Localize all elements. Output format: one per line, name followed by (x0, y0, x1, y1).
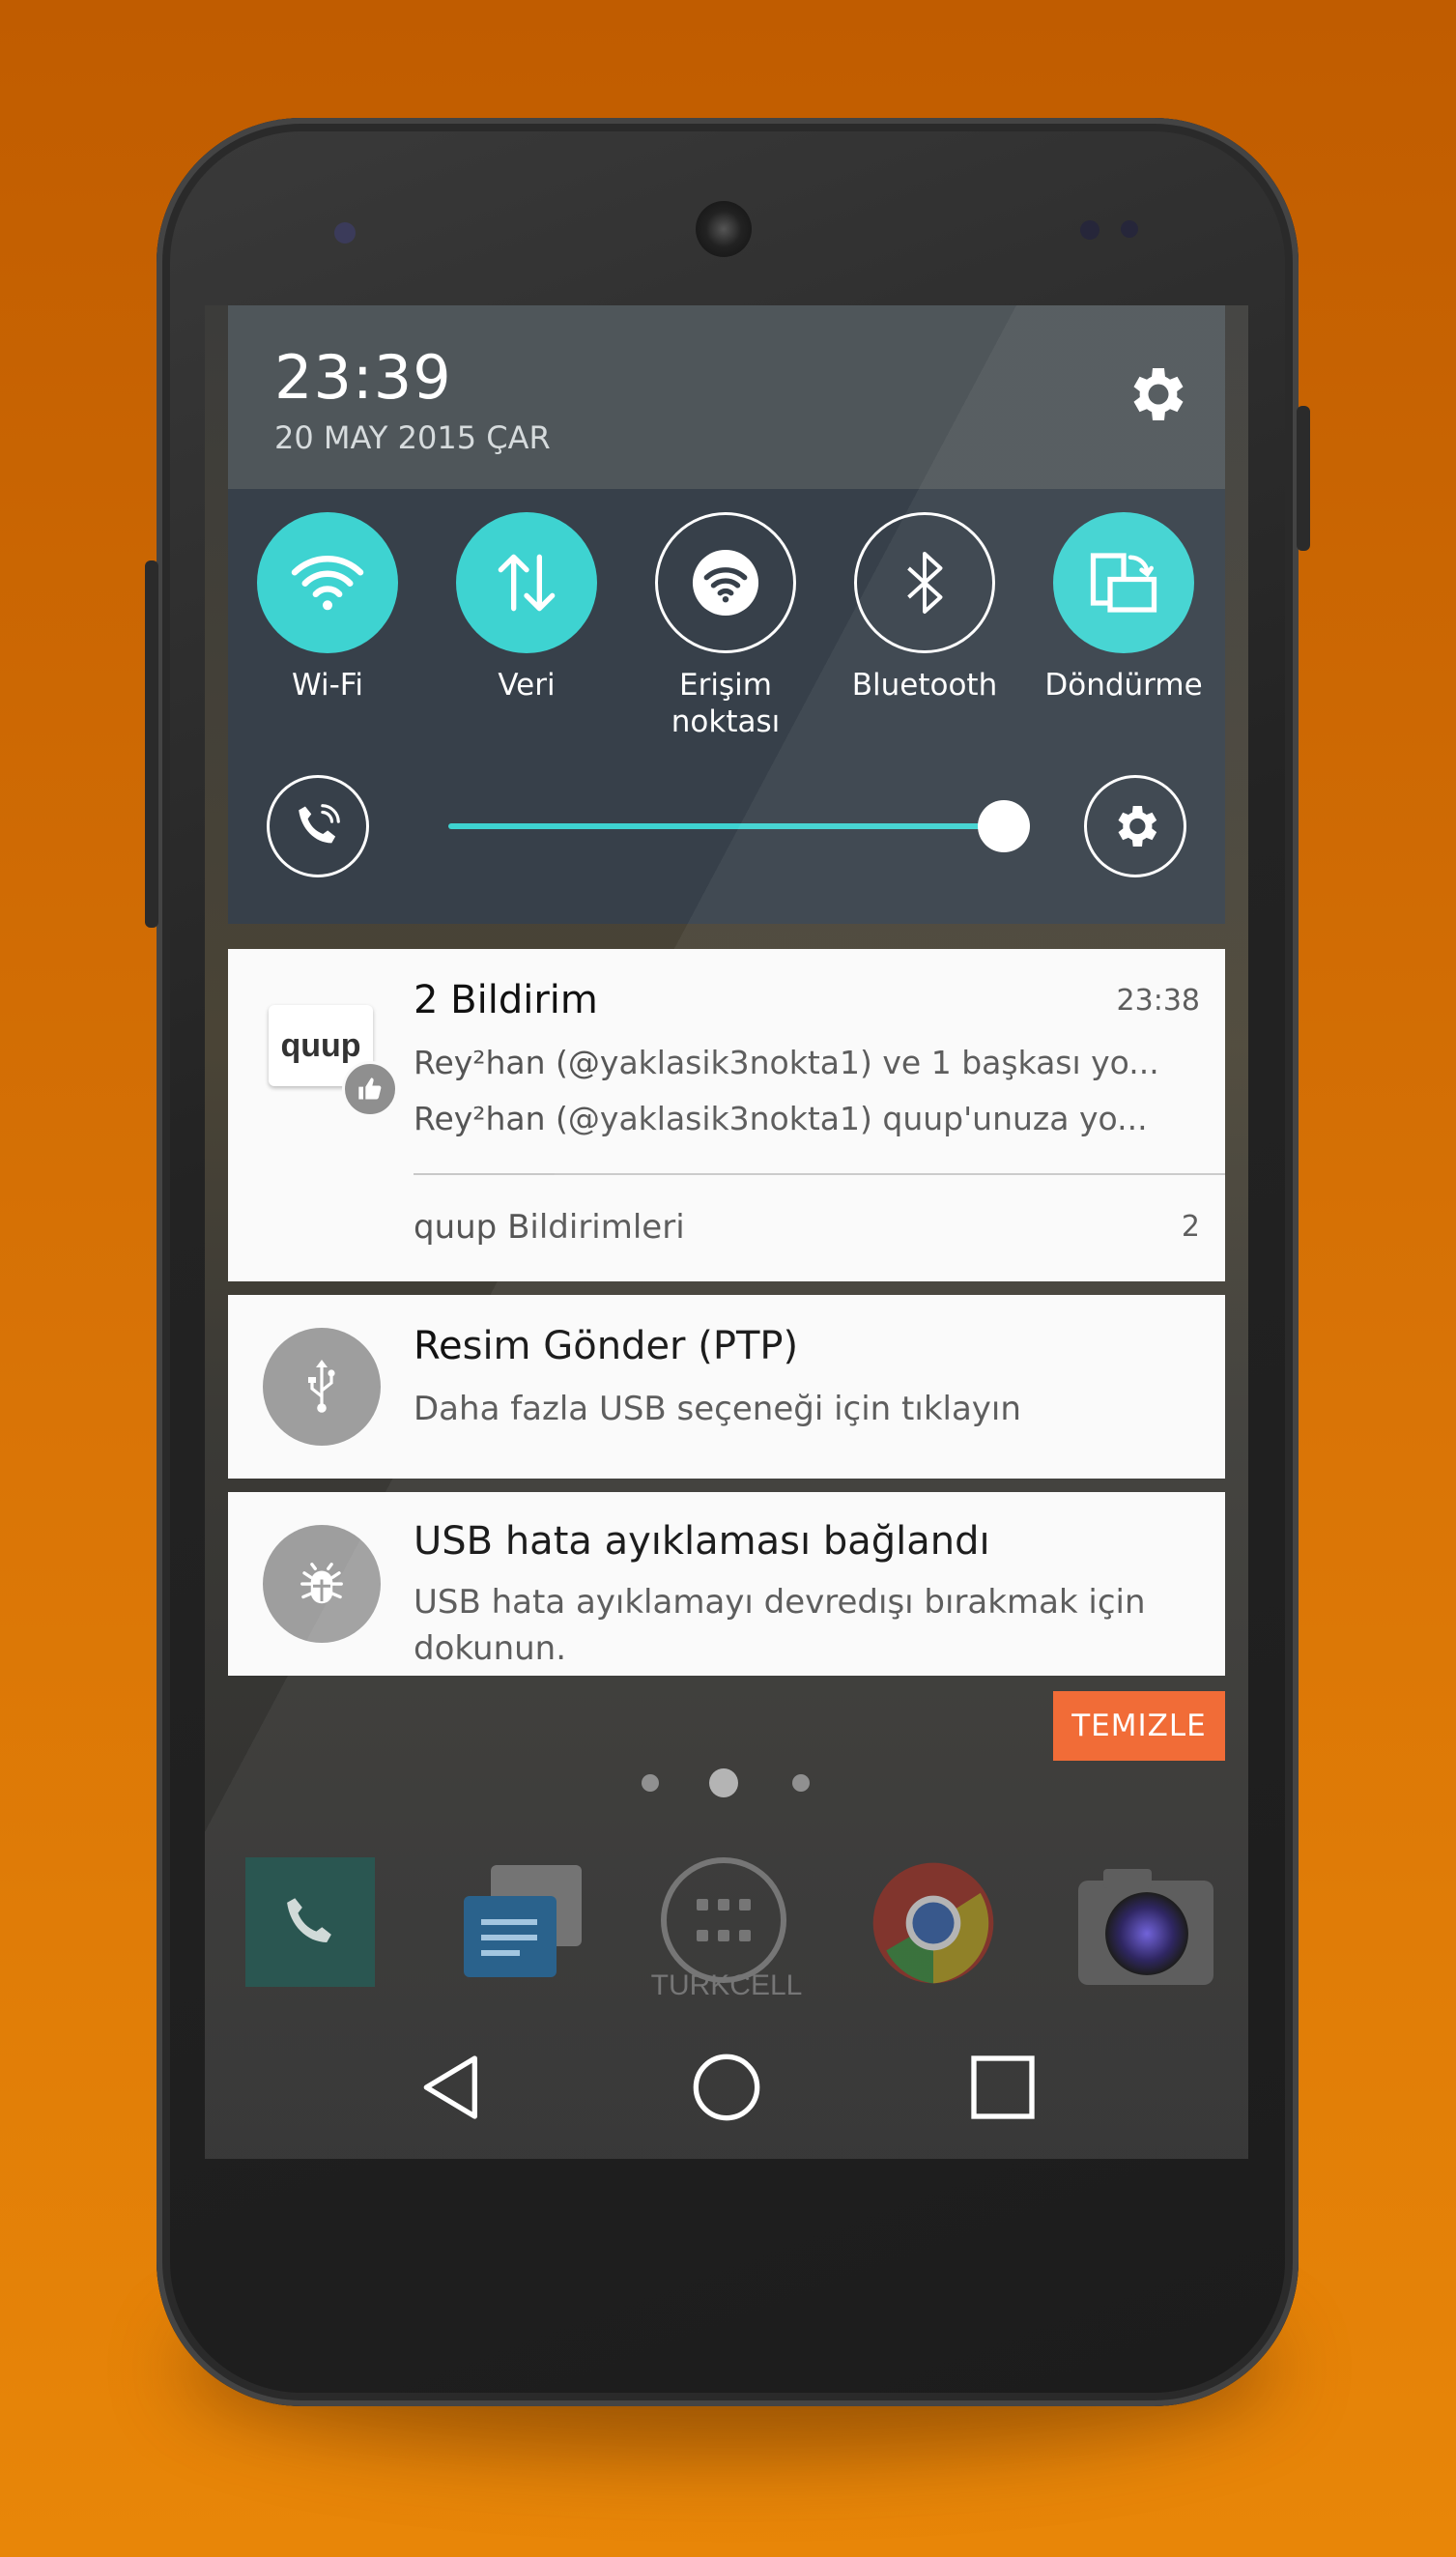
tile-label: Döndürme (1044, 668, 1203, 703)
carrier-label: TURKCELL (650, 1969, 803, 2001)
phone-icon[interactable] (245, 1857, 375, 1987)
back-button[interactable] (414, 2049, 491, 2126)
rotation-icon (1090, 553, 1157, 613)
quick-settings-panel: Wi-Fi Veri Erişim noktası Bluetooth Dönd… (228, 489, 1225, 924)
bug-icon (300, 1563, 343, 1604)
tile-rotation-circle[interactable] (1053, 512, 1194, 653)
notification-text: USB hata ayıklamayı devredışı bırakmak i… (414, 1583, 1146, 1622)
page-indicator-active (709, 1768, 738, 1797)
messaging-icon[interactable] (450, 1857, 582, 1989)
tile-hotspot[interactable]: Erişim noktası (655, 512, 796, 740)
display-settings-button[interactable] (1084, 775, 1186, 877)
tile-label: Veri (498, 668, 556, 703)
shade-header: 23:39 20 MAY 2015 ÇAR (228, 305, 1225, 489)
notification-count: 2 (1181, 1210, 1200, 1244)
phone-screen: 23:39 20 MAY 2015 ÇAR Wi-Fi Veri Erişim … (205, 305, 1248, 2159)
home-button[interactable] (688, 2049, 765, 2126)
notification-line: Rey²han (@yaklasik3nokta1) quup'unuza yo… (414, 1100, 1148, 1137)
tile-label: Erişim noktası (671, 668, 781, 739)
usb-icon-circle (263, 1328, 381, 1446)
tile-label: Bluetooth (851, 668, 998, 703)
quup-logo-text: quup (280, 1026, 361, 1064)
settings-gear-icon[interactable] (1121, 359, 1190, 429)
recents-button[interactable] (964, 2049, 1042, 2126)
page-indicator (642, 1774, 659, 1792)
tile-rotation[interactable]: Döndürme (1044, 512, 1203, 704)
tile-wifi-circle[interactable] (257, 512, 398, 653)
notification-title: 2 Bildirim (414, 978, 598, 1022)
chrome-icon[interactable] (868, 1857, 999, 1989)
sensor (1080, 220, 1099, 240)
date: 20 MAY 2015 ÇAR (274, 419, 551, 456)
clock: 23:39 (274, 342, 452, 413)
tile-data[interactable]: Veri (456, 512, 597, 704)
notification-time: 23:38 (1116, 984, 1200, 1018)
notification-line: Rey²han (@yaklasik3nokta1) ve 1 başkası … (414, 1044, 1159, 1081)
bug-icon-circle (263, 1525, 381, 1643)
divider (414, 1173, 1225, 1175)
brightness-slider-thumb[interactable] (978, 800, 1030, 852)
hotspot-icon (692, 549, 759, 617)
notification-text: Daha fazla USB seçeneği için tıklayın (414, 1390, 1021, 1428)
tile-bluetooth-circle[interactable] (854, 512, 995, 653)
tile-wifi[interactable]: Wi-Fi (257, 512, 398, 704)
camera-icon[interactable] (1074, 1857, 1213, 1989)
front-camera (334, 222, 356, 244)
tile-label: Wi-Fi (292, 668, 363, 703)
power-button (1297, 406, 1310, 551)
notification-text: dokunun. (414, 1629, 567, 1668)
call-settings-button[interactable] (267, 775, 369, 877)
clear-all-button[interactable]: TEMIZLE (1053, 1691, 1225, 1761)
gear-icon (1118, 806, 1157, 847)
bluetooth-icon (907, 552, 943, 614)
volume-button (145, 560, 158, 928)
tile-bluetooth[interactable]: Bluetooth (852, 512, 997, 704)
data-arrows-icon (498, 554, 556, 612)
wifi-icon (291, 556, 364, 611)
page-indicator (792, 1774, 810, 1792)
tile-data-circle[interactable] (456, 512, 597, 653)
earpiece-speaker (696, 201, 752, 257)
notification-title: Resim Gönder (PTP) (414, 1324, 799, 1368)
tile-hotspot-circle[interactable] (655, 512, 796, 653)
like-badge-icon (342, 1061, 398, 1117)
sensor (1121, 220, 1138, 238)
notification-title: USB hata ayıklaması bağlandı (414, 1519, 990, 1564)
notification-ptp[interactable]: Resim Gönder (PTP) Daha fazla USB seçene… (228, 1295, 1225, 1479)
notification-usb-debug[interactable]: USB hata ayıklaması bağlandı USB hata ay… (228, 1492, 1225, 1676)
usb-icon (308, 1360, 335, 1413)
brightness-slider-track[interactable] (448, 823, 1003, 829)
notification-footer: quup Bildirimleri (414, 1208, 685, 1247)
notification-quup[interactable]: quup 2 Bildirim 23:38 Rey²han (@yaklasik… (228, 949, 1225, 1281)
phone-vibrate-icon (299, 804, 340, 844)
